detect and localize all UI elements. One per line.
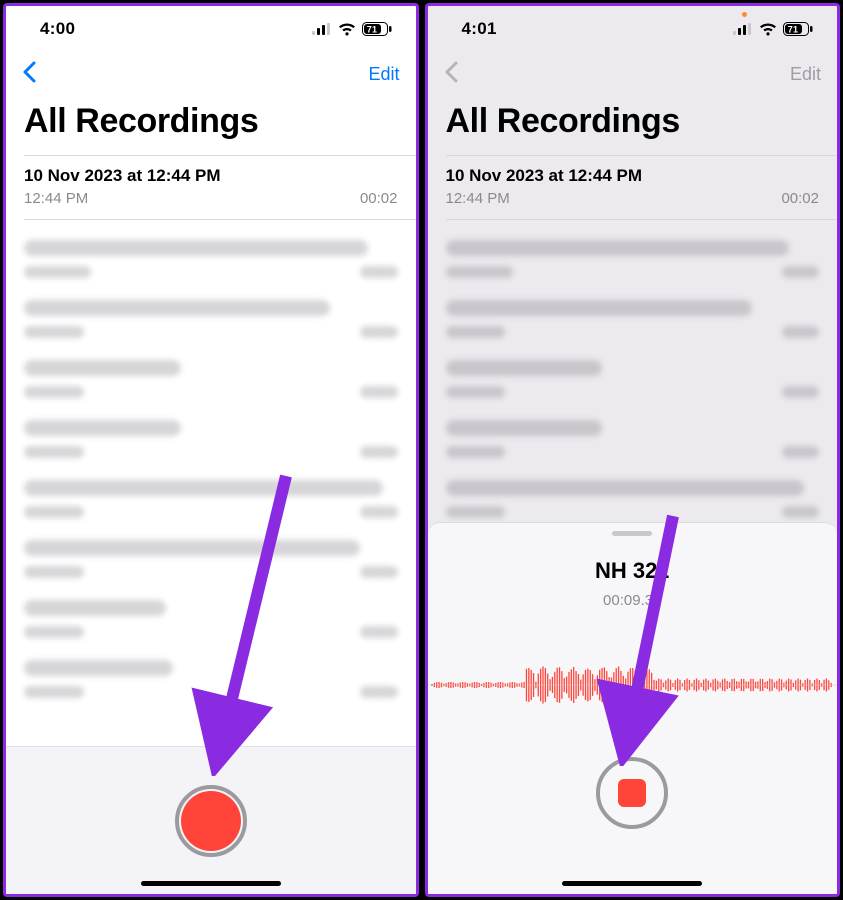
- stop-icon: [618, 779, 646, 807]
- list-item-blurred: [24, 540, 398, 578]
- screenshot-right: 4:01 71 Edit All Recordings 10 Nov 2023 …: [425, 3, 841, 897]
- recording-timer: 00:09.32: [603, 592, 661, 609]
- cellular-icon: [312, 23, 332, 35]
- recording-duration: 00:02: [781, 190, 819, 207]
- list-item-blurred: [24, 600, 398, 638]
- svg-text:71: 71: [366, 25, 377, 35]
- back-button[interactable]: [444, 61, 458, 88]
- status-bar: 4:01 71: [428, 6, 838, 52]
- svg-text:71: 71: [788, 25, 799, 35]
- recording-title: 10 Nov 2023 at 12:44 PM: [24, 166, 398, 186]
- recording-meta: 12:44 PM 00:02: [446, 190, 820, 207]
- waveform: [428, 649, 838, 721]
- page-title: All Recordings: [6, 96, 416, 155]
- home-indicator[interactable]: [141, 881, 281, 886]
- list-item-blurred: [446, 420, 820, 458]
- recording-indicator-icon: [742, 12, 747, 17]
- list-item-blurred: [446, 300, 820, 338]
- recording-time: 12:44 PM: [24, 190, 88, 207]
- recording-name: NH 322: [595, 558, 670, 584]
- list-item-blurred: [446, 360, 820, 398]
- list-item-blurred: [24, 360, 398, 398]
- list-item-blurred: [24, 300, 398, 338]
- status-icons: 71: [733, 22, 813, 36]
- chevron-left-icon: [22, 61, 36, 83]
- recording-title: 10 Nov 2023 at 12:44 PM: [446, 166, 820, 186]
- recording-item[interactable]: 10 Nov 2023 at 12:44 PM 12:44 PM 00:02: [6, 156, 416, 219]
- screenshot-left: 4:00 71 Edit All Recordings 10 Nov 2023 …: [3, 3, 419, 897]
- page-title: All Recordings: [428, 96, 838, 155]
- recording-item[interactable]: 10 Nov 2023 at 12:44 PM 12:44 PM 00:02: [428, 156, 838, 219]
- edit-button[interactable]: Edit: [790, 64, 821, 85]
- recording-sheet[interactable]: NH 322 00:09.32: [428, 522, 838, 894]
- stop-button[interactable]: [596, 757, 668, 829]
- nav-bar: Edit: [428, 52, 838, 96]
- sheet-handle[interactable]: [612, 531, 652, 536]
- list-item-blurred: [24, 420, 398, 458]
- list-item-blurred: [24, 240, 398, 278]
- record-bar: [6, 746, 416, 894]
- nav-bar: Edit: [6, 52, 416, 96]
- list-item-blurred: [446, 240, 820, 278]
- wifi-icon: [338, 23, 356, 36]
- status-time: 4:01: [462, 19, 497, 39]
- list-item-blurred: [446, 480, 820, 518]
- recording-duration: 00:02: [360, 190, 398, 207]
- record-icon: [181, 791, 241, 851]
- cellular-icon: [733, 23, 753, 35]
- list-item-blurred: [24, 660, 398, 698]
- home-indicator[interactable]: [562, 881, 702, 886]
- edit-button[interactable]: Edit: [368, 64, 399, 85]
- status-bar: 4:00 71: [6, 6, 416, 52]
- recording-meta: 12:44 PM 00:02: [24, 190, 398, 207]
- back-button[interactable]: [22, 61, 36, 88]
- battery-icon: 71: [362, 22, 392, 36]
- list-item-blurred: [24, 480, 398, 518]
- recording-time: 12:44 PM: [446, 190, 510, 207]
- battery-icon: 71: [783, 22, 813, 36]
- status-time: 4:00: [40, 19, 75, 39]
- record-button[interactable]: [175, 785, 247, 857]
- status-icons: 71: [312, 22, 392, 36]
- chevron-left-icon: [444, 61, 458, 83]
- wifi-icon: [759, 23, 777, 36]
